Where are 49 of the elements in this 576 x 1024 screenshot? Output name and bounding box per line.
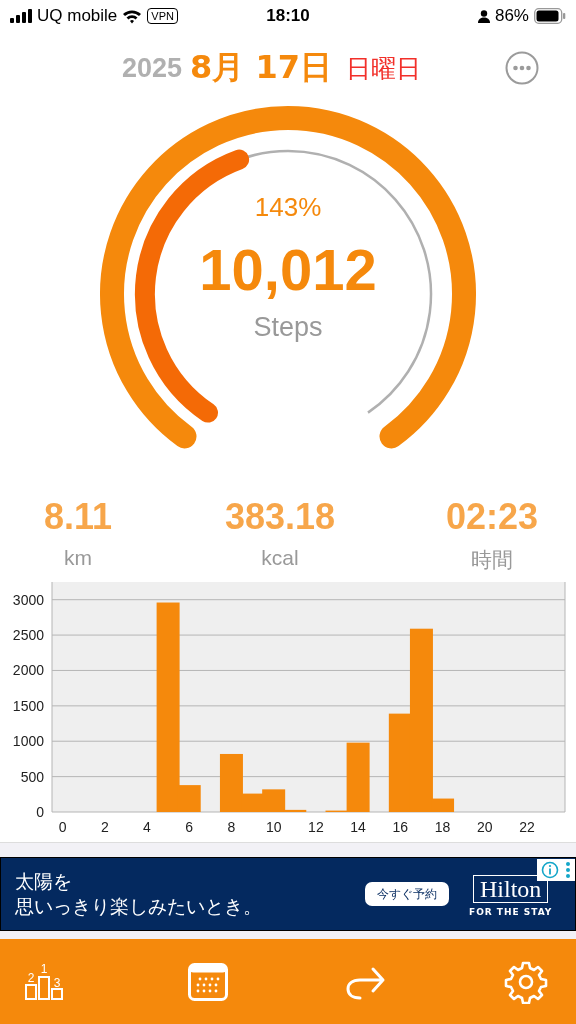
- goal-percent: 143%: [254, 192, 322, 222]
- clock-time: 18:10: [266, 6, 310, 26]
- y-tick-label: 2500: [12, 627, 44, 644]
- steps-unit: Steps: [253, 311, 323, 344]
- carrier-name: UQ mobile: [37, 6, 118, 26]
- x-tick-label: 8: [227, 819, 236, 835]
- stat-unit: 時間: [471, 547, 513, 573]
- signal-icon: [10, 9, 32, 23]
- wifi-icon: [122, 8, 143, 24]
- step-count: 10,012: [199, 236, 377, 304]
- stat-unit: kcal: [261, 546, 299, 570]
- y-tick-label: 2000: [12, 662, 44, 679]
- brand-tagline: FOR THE STAY: [469, 907, 553, 917]
- x-tick-label: 12: [308, 819, 324, 835]
- battery-icon: [534, 8, 566, 24]
- battery-percent: 86%: [494, 6, 529, 26]
- x-tick-label: 14: [350, 819, 366, 835]
- stat-value: 383.18: [224, 496, 336, 538]
- year-label: 2025: [122, 52, 183, 84]
- x-tick-label: 0: [58, 819, 67, 835]
- stat-value: 02:23: [445, 496, 539, 538]
- more-button[interactable]: [505, 51, 539, 85]
- info-icon[interactable]: [541, 861, 559, 879]
- y-tick-label: 1000: [12, 733, 44, 750]
- y-tick-label: 1500: [12, 697, 44, 714]
- y-tick-label: 500: [20, 768, 44, 785]
- more-vertical-icon[interactable]: [565, 861, 571, 879]
- y-tick-label: 3000: [12, 591, 44, 608]
- settings-button[interactable]: [504, 959, 548, 1004]
- calendar-button[interactable]: [188, 962, 228, 1001]
- x-tick-label: 4: [143, 819, 151, 835]
- book-now-button[interactable]: 今すぐ予約: [365, 882, 449, 906]
- stat-unit: km: [64, 546, 92, 570]
- ad-banner[interactable]: 太陽を 思いっきり楽しみたいとき。 今すぐ予約 Hilton FOR THE STAY: [0, 857, 576, 931]
- x-tick-label: 6: [185, 819, 194, 835]
- x-tick-label: 20: [477, 819, 493, 835]
- x-tick-label: 10: [265, 819, 282, 835]
- x-tick-label: 2: [100, 819, 109, 835]
- weekday-label: 日曜日: [346, 52, 421, 85]
- x-tick-label: 16: [392, 819, 409, 835]
- person-icon: [477, 9, 490, 23]
- x-tick-label: 22: [519, 819, 535, 835]
- stat-value: 8.11: [43, 496, 113, 538]
- y-tick-label: 0: [36, 804, 44, 820]
- x-tick-label: 18: [434, 819, 451, 835]
- ad-headline: 太陽を 思いっきり楽しみたいとき。: [15, 869, 263, 919]
- vpn-badge: VPN: [147, 8, 178, 24]
- date-label: 8月 17日: [190, 47, 332, 88]
- brand-logo: Hilton: [473, 875, 549, 903]
